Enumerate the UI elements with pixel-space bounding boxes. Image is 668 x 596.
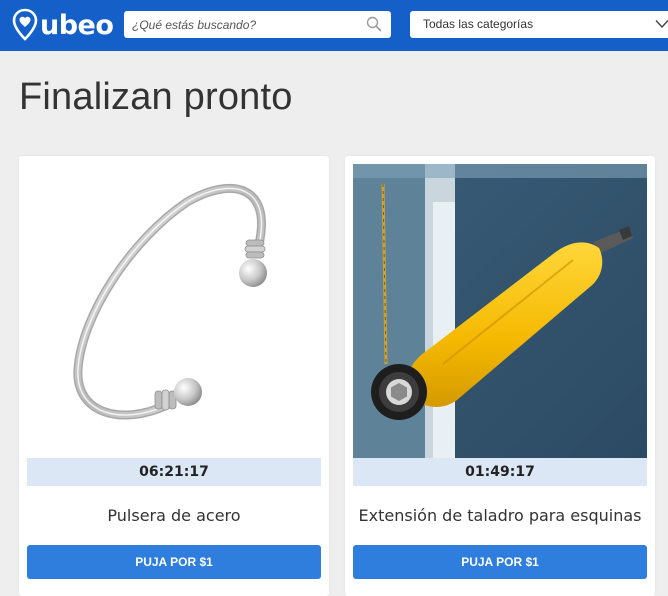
category-select-value: Todas las categorías [423,17,534,31]
product-name[interactable]: Extensión de taladro para esquinas [345,506,655,525]
product-name[interactable]: Pulsera de acero [19,506,329,525]
search-input[interactable] [132,17,362,32]
category-select[interactable]: Todas las categorías [410,11,668,38]
countdown-timer: 01:49:17 [353,458,647,486]
product-image[interactable] [27,164,321,458]
search-bar [124,11,391,38]
chevron-down-icon [655,20,668,29]
search-icon[interactable] [366,16,382,32]
bid-button[interactable]: PUJA POR $1 [353,545,647,579]
product-card[interactable]: 01:49:17 Extensión de taladro para esqui… [345,156,655,596]
bid-button[interactable]: PUJA POR $1 [27,545,321,579]
top-bar: ubeo Todas las categorías [0,0,668,51]
product-image[interactable] [353,164,647,458]
location-pin-icon [12,8,38,41]
product-card[interactable]: 06:21:17 Pulsera de acero PUJA POR $1 [19,156,329,596]
logo-text: ubeo [40,9,114,41]
logo[interactable]: ubeo [12,6,114,44]
countdown-timer: 06:21:17 [27,458,321,486]
page-title: Finalizan pronto [19,76,293,118]
